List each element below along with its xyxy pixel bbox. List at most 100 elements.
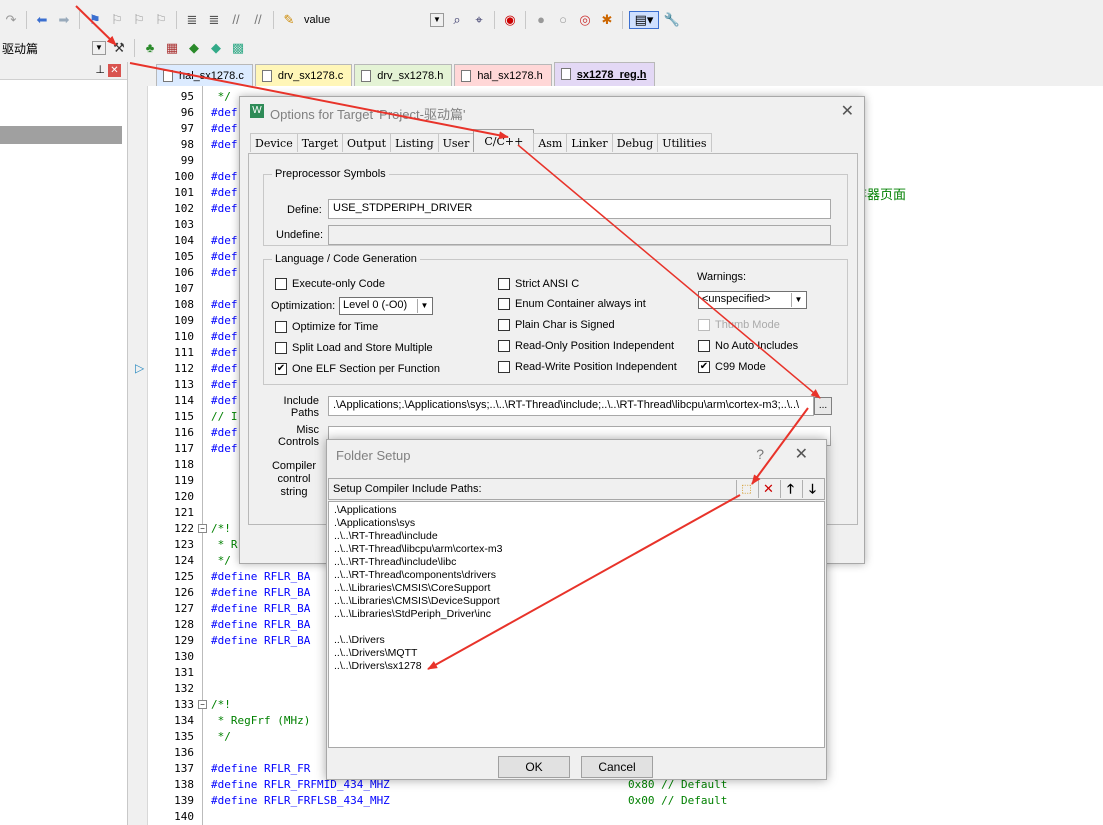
ropi-checkbox[interactable] bbox=[498, 340, 510, 352]
breakpoint-clear-icon[interactable]: ✱ bbox=[598, 11, 616, 29]
tab-debug[interactable]: Debug bbox=[611, 133, 659, 152]
thumb-mode-checkbox[interactable] bbox=[698, 319, 710, 331]
include-path-item[interactable]: ..\..\RT-Thread\include bbox=[334, 530, 438, 543]
find-in-files-icon[interactable]: ✎ bbox=[280, 11, 298, 29]
code-line: #def bbox=[211, 378, 238, 391]
line-number: 127 bbox=[174, 602, 194, 615]
help-icon[interactable]: ? bbox=[756, 446, 764, 462]
warnings-select[interactable]: <unspecified> ▼ bbox=[698, 291, 807, 309]
optimization-select[interactable]: Level 0 (-O0) ▼ bbox=[339, 297, 433, 315]
include-path-item[interactable]: ..\..\Drivers bbox=[334, 634, 385, 647]
include-path-item[interactable]: ..\..\Drivers\MQTT bbox=[334, 647, 417, 660]
close-icon[interactable]: ✕ bbox=[795, 444, 808, 464]
include-path-item[interactable]: ..\..\Drivers\sx1278 bbox=[334, 660, 422, 673]
cancel-button[interactable]: Cancel bbox=[581, 756, 653, 778]
tab-device[interactable]: Device bbox=[250, 133, 298, 152]
include-path-item[interactable]: ..\..\Libraries\CMSIS\CoreSupport bbox=[334, 582, 490, 595]
undefine-input[interactable] bbox=[328, 225, 831, 245]
target-value-text[interactable]: value bbox=[300, 14, 428, 26]
breakpoint-disable-icon[interactable]: ○ bbox=[554, 11, 572, 29]
bookmark-clear-icon[interactable]: ⚐ bbox=[152, 11, 170, 29]
tab-cc[interactable]: C/C++ bbox=[473, 129, 535, 152]
find-icon[interactable]: ⌕ bbox=[448, 11, 466, 29]
delete-icon[interactable]: ✕ bbox=[758, 480, 778, 498]
include-path-item[interactable]: ..\..\RT-Thread\components\drivers bbox=[334, 569, 496, 582]
line-number: 123 bbox=[174, 538, 194, 551]
strict-ansi-checkbox[interactable] bbox=[498, 278, 510, 290]
new-folder-icon[interactable]: ⬚ bbox=[736, 480, 756, 498]
enum-container-checkbox[interactable] bbox=[498, 298, 510, 310]
manage-project-icon[interactable]: ♣ bbox=[141, 39, 159, 57]
close-icon[interactable]: ✕ bbox=[108, 64, 121, 77]
execute-only-checkbox[interactable] bbox=[275, 278, 287, 290]
dropdown-icon[interactable]: ▼ bbox=[430, 13, 444, 27]
code-line: #def bbox=[211, 394, 238, 407]
file-tab[interactable]: hal_sx1278.c bbox=[156, 64, 253, 86]
tab-output[interactable]: Output bbox=[342, 133, 392, 152]
tab-listing[interactable]: Listing bbox=[390, 133, 439, 152]
move-up-icon[interactable]: 🡑 bbox=[780, 480, 800, 498]
include-paths-input[interactable]: .\Applications;.\Applications\sys;..\..\… bbox=[328, 396, 814, 416]
tab-user[interactable]: User bbox=[437, 133, 475, 152]
configure-icon[interactable]: 🔧 bbox=[663, 11, 681, 29]
tab-linker[interactable]: Linker bbox=[566, 133, 613, 152]
rwpi-checkbox[interactable] bbox=[498, 361, 510, 373]
include-path-item[interactable]: ..\..\Libraries\CMSIS\DeviceSupport bbox=[334, 595, 500, 608]
one-elf-checkbox[interactable]: ✔ bbox=[275, 363, 287, 375]
split-load-checkbox[interactable] bbox=[275, 342, 287, 354]
redo-icon[interactable]: ↷ bbox=[2, 11, 20, 29]
incremental-find-icon[interactable]: ⌖ bbox=[470, 11, 488, 29]
indent-icon[interactable]: ≣ bbox=[183, 11, 201, 29]
bookmark-prev-icon[interactable]: ⚐ bbox=[108, 11, 126, 29]
optimize-time-checkbox[interactable] bbox=[275, 321, 287, 333]
include-path-item[interactable]: ..\..\RT-Thread\include\libc bbox=[334, 556, 456, 569]
include-path-item[interactable]: .\Applications bbox=[334, 504, 396, 517]
unindent-icon[interactable]: ≣ bbox=[205, 11, 223, 29]
close-icon[interactable]: ✕ bbox=[841, 101, 854, 121]
fold-toggle-icon[interactable]: − bbox=[198, 700, 207, 709]
pack-installer-icon[interactable]: ◆ bbox=[185, 39, 203, 57]
file-tab[interactable]: drv_sx1278.h bbox=[354, 64, 453, 86]
target-select[interactable]: 驱动篇 bbox=[0, 40, 90, 57]
include-path-list[interactable]: .\Applications .\Applications\sys ..\..\RT… bbox=[328, 501, 825, 748]
file-tab[interactable]: drv_sx1278.c bbox=[254, 64, 353, 86]
comment-icon[interactable]: // bbox=[227, 11, 245, 29]
bookmark-next-icon[interactable]: ⚐ bbox=[130, 11, 148, 29]
c99-mode-checkbox[interactable]: ✔ bbox=[698, 361, 710, 373]
move-down-icon[interactable]: 🡓 bbox=[802, 480, 822, 498]
no-auto-includes-checkbox[interactable] bbox=[698, 340, 710, 352]
debug-start-icon[interactable]: ◉ bbox=[501, 11, 519, 29]
line-number: 104 bbox=[174, 234, 194, 247]
file-tab[interactable]: hal_sx1278.h bbox=[454, 64, 552, 86]
manage-rte-icon[interactable]: ▩ bbox=[229, 39, 247, 57]
uncomment-icon[interactable]: // bbox=[249, 11, 267, 29]
select-packs-icon[interactable]: ◆ bbox=[207, 39, 225, 57]
tab-asm[interactable]: Asm bbox=[533, 133, 568, 152]
include-path-item[interactable]: ..\..\Libraries\StdPeriph_Driver\inc bbox=[334, 608, 491, 621]
include-paths-browse-button[interactable]: ... bbox=[814, 397, 832, 415]
file-tab[interactable]: sx1278_reg.h bbox=[553, 62, 656, 86]
selected-tree-item[interactable] bbox=[0, 126, 122, 144]
options-for-target-icon[interactable]: ⚒ bbox=[110, 39, 128, 57]
define-input[interactable]: USE_STDPERIPH_DRIVER bbox=[328, 199, 831, 219]
forward-arrow-icon[interactable]: ➡ bbox=[55, 11, 73, 29]
window-layout-icon[interactable]: ▤▾ bbox=[629, 11, 659, 29]
fold-toggle-icon[interactable]: − bbox=[198, 524, 207, 533]
breakpoint-kill-icon[interactable]: ◎ bbox=[576, 11, 594, 29]
strict-ansi-label: Strict ANSI C bbox=[515, 278, 580, 290]
pin-icon[interactable]: ⊥ bbox=[95, 63, 105, 76]
target-dropdown-icon[interactable]: ▼ bbox=[92, 41, 106, 55]
bookmark-icon[interactable]: ⚑ bbox=[86, 11, 104, 29]
ok-button[interactable]: OK bbox=[498, 756, 570, 778]
options-tabs: Device Target Output Listing User C/C++ Asm Lin… bbox=[250, 129, 712, 153]
manage-books-icon[interactable]: ▦ bbox=[163, 39, 181, 57]
breakpoint-icon[interactable]: ● bbox=[532, 11, 550, 29]
include-path-item[interactable]: ..\..\RT-Thread\libcpu\arm\cortex-m3 bbox=[334, 543, 502, 556]
plain-char-checkbox[interactable] bbox=[498, 319, 510, 331]
tab-utilities[interactable]: Utilities bbox=[657, 133, 712, 152]
c99-mode-label: C99 Mode bbox=[715, 361, 766, 373]
back-arrow-icon[interactable]: ⬅ bbox=[33, 11, 51, 29]
include-path-item[interactable]: .\Applications\sys bbox=[334, 517, 415, 530]
tab-target[interactable]: Target bbox=[296, 133, 344, 152]
line-number: 122 bbox=[174, 522, 194, 535]
